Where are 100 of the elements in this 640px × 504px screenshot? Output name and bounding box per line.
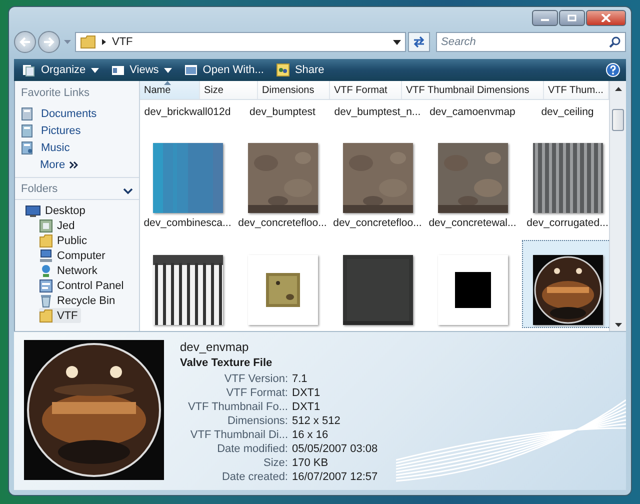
column-header[interactable]: Name: [140, 81, 200, 99]
property-label: VTF Version:: [223, 373, 288, 385]
tree-item[interactable]: Public: [39, 233, 90, 248]
folder-icon: [80, 35, 96, 49]
file-item[interactable]: [522, 240, 609, 328]
globe-icon: [39, 264, 53, 278]
back-button[interactable]: [14, 31, 36, 53]
tree-item[interactable]: Control Panel: [39, 278, 127, 293]
tree-item[interactable]: VTF: [39, 308, 81, 323]
column-header[interactable]: Dimensions: [258, 81, 330, 99]
window-icon: [110, 64, 125, 76]
minimize-button[interactable]: [532, 10, 558, 26]
toolbar-button[interactable]: Views: [108, 60, 174, 80]
file-item[interactable]: dev_corrugated...: [522, 128, 609, 230]
tree-item[interactable]: Recycle Bin: [39, 293, 118, 308]
file-name: dev_concretewal...: [428, 217, 516, 229]
file-name: dev_camoenvmap: [430, 106, 516, 118]
file-name: dev_ceiling: [541, 106, 594, 118]
section-title: Folders: [21, 183, 58, 195]
property-value: 16/07/2007 12:57: [292, 471, 378, 483]
property-label: Size:: [262, 457, 288, 469]
close-icon: [601, 14, 611, 22]
section-title: Favorite Links: [21, 87, 90, 99]
tree-item[interactable]: Computer: [39, 248, 108, 263]
forward-button[interactable]: [38, 31, 60, 53]
scroll-thumb[interactable]: [612, 109, 624, 131]
property-label: Dimensions:: [226, 415, 288, 427]
toolbar-button[interactable]: Open With...: [182, 60, 266, 80]
folder-icon: [39, 234, 53, 248]
chevron-icon[interactable]: [123, 188, 133, 194]
address-bar[interactable]: VTF: [75, 32, 406, 52]
tree-item[interactable]: Desktop: [25, 203, 88, 218]
more-link[interactable]: More: [21, 156, 78, 173]
control-panel-icon: [39, 278, 53, 292]
favorite-link[interactable]: Music: [21, 139, 70, 156]
file-item[interactable]: dev_combinesca...: [142, 128, 233, 230]
file-name: dev_bumptest: [250, 106, 316, 118]
window-icon: [184, 64, 198, 76]
search-field[interactable]: Search: [436, 32, 626, 52]
close-button[interactable]: [586, 10, 626, 26]
document-icon: [21, 106, 35, 120]
property-value: 7.1: [292, 373, 308, 385]
caret-icon: [90, 68, 99, 72]
help-button[interactable]: [606, 63, 620, 77]
property-value: 16 x 16: [292, 429, 330, 441]
property-value: DXT1: [292, 401, 322, 413]
favorite-link[interactable]: Pictures: [21, 122, 81, 139]
file-name: dev_concretefloo...: [333, 217, 422, 229]
toolbar-button[interactable]: Share: [274, 60, 326, 80]
help-icon: [606, 63, 620, 77]
property-value: 512 x 512: [292, 415, 342, 427]
monitor-icon: [25, 204, 41, 218]
column-header[interactable]: VTF Format: [330, 81, 402, 99]
double-chevron-icon: [69, 160, 78, 168]
tree-item[interactable]: Jed: [39, 218, 78, 233]
file-name: dev_brickwall012d: [144, 106, 231, 118]
sort-arrow-icon: [164, 81, 171, 85]
property-value: 05/05/2007 03:08: [292, 443, 378, 455]
property-value: DXT1: [292, 387, 322, 399]
file-name: dev_bumptest_n...: [334, 106, 421, 118]
file-type: Valve Texture File: [180, 357, 274, 369]
file-item[interactable]: dev_concretefloo...: [332, 128, 423, 230]
property-label: VTF Format:: [225, 387, 288, 399]
file-item[interactable]: dev_concretefloo...: [237, 128, 328, 230]
pages-icon: [22, 64, 36, 76]
column-header[interactable]: VTF Thumbnail Dimensions: [402, 81, 544, 99]
scrollbar[interactable]: [609, 81, 626, 331]
computer-icon: [39, 248, 53, 262]
chevron-icon: [101, 38, 107, 46]
property-label: VTF Thumbnail Di...: [189, 429, 288, 441]
file-name: dev_combinesca...: [144, 217, 232, 229]
file-item[interactable]: dev_concretewal...: [427, 128, 518, 230]
file-name: dev_envmap: [180, 340, 250, 354]
file-name: dev_corrugated...: [526, 217, 608, 229]
share-icon: [276, 63, 290, 77]
refresh-icon: [412, 36, 426, 48]
property-label: Date modified:: [216, 443, 288, 455]
music-icon: [21, 140, 35, 154]
toolbar-button[interactable]: Organize: [20, 60, 101, 80]
photos-icon: [21, 124, 35, 138]
user-folder-icon: [39, 218, 53, 232]
forward-arrow-icon: [43, 37, 55, 47]
bin-icon: [39, 294, 53, 308]
file-name: dev_concretefloo...: [238, 217, 327, 229]
folder-icon: [39, 308, 53, 322]
property-label: VTF Thumbnail Fo...: [186, 401, 288, 413]
tree-item[interactable]: Network: [39, 263, 100, 278]
column-header[interactable]: Size: [200, 81, 258, 99]
favorite-link[interactable]: Documents: [21, 105, 97, 122]
maximize-button[interactable]: [559, 10, 585, 26]
scroll-up-icon[interactable]: [614, 87, 622, 91]
maximize-icon: [567, 14, 577, 22]
search-icon[interactable]: [609, 36, 621, 48]
property-value: 170 KB: [292, 457, 330, 469]
caret-icon[interactable]: [393, 40, 401, 44]
column-header[interactable]: VTF Thum...: [544, 81, 609, 99]
caret-icon: [164, 68, 172, 72]
refresh-button[interactable]: [408, 32, 430, 52]
scroll-down-icon[interactable]: [614, 323, 622, 327]
property-label: Date created:: [220, 471, 288, 483]
